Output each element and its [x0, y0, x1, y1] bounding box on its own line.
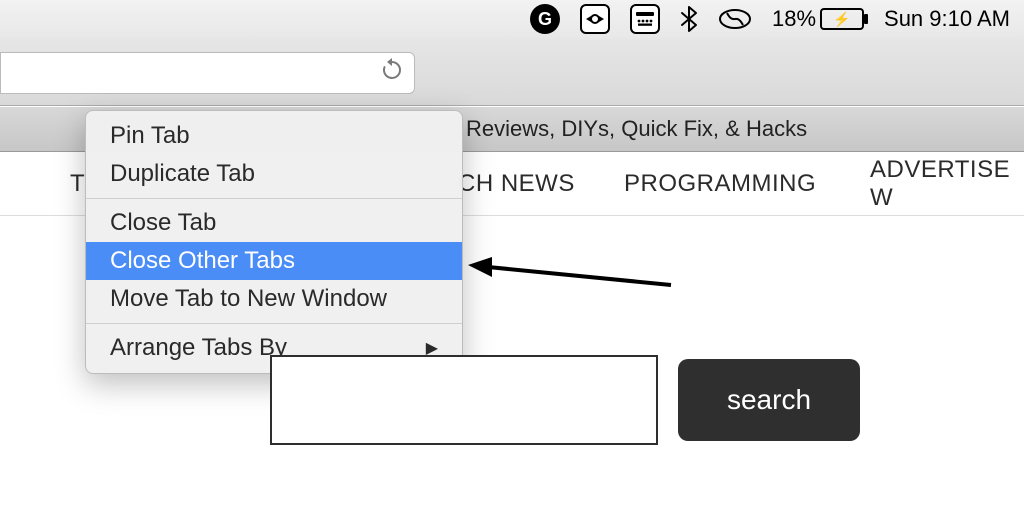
bluetooth-icon[interactable]	[680, 5, 698, 33]
menu-pin-tab[interactable]: Pin Tab	[86, 117, 462, 155]
battery-icon: ⚡	[820, 8, 864, 30]
battery-status[interactable]: 18% ⚡	[772, 6, 864, 32]
tab-context-menu: Pin Tab Duplicate Tab Close Tab Close Ot…	[85, 110, 463, 374]
annotation-arrow	[466, 253, 666, 303]
grammarly-icon[interactable]: G	[530, 4, 560, 34]
macos-menubar: G 18% ⚡ Sun 9:10 AM	[0, 0, 1024, 38]
site-search-form: search	[270, 355, 860, 445]
battery-percent-text: 18%	[772, 6, 816, 32]
menu-close-tab[interactable]: Close Tab	[86, 204, 462, 242]
reload-icon[interactable]	[380, 58, 404, 89]
url-bar[interactable]	[0, 52, 415, 94]
menubar-clock[interactable]: Sun 9:10 AM	[884, 6, 1010, 32]
nav-programming[interactable]: PROGRAMMING	[624, 170, 816, 198]
menu-item-label: Close Tab	[110, 209, 216, 237]
nav-left-fragment[interactable]: T	[70, 170, 85, 198]
menu-item-label: Move Tab to New Window	[110, 285, 387, 313]
teamviewer-icon[interactable]	[580, 4, 610, 34]
keyboard-viewer-icon[interactable]	[630, 4, 660, 34]
loop-icon[interactable]	[718, 8, 752, 30]
menu-separator	[86, 198, 462, 199]
nav-advertise[interactable]: ADVERTISE W	[870, 156, 1024, 212]
tab-title-fragment: Reviews, DIYs, Quick Fix, & Hacks	[466, 116, 807, 142]
search-button[interactable]: search	[678, 359, 860, 441]
charging-bolt-icon: ⚡	[833, 11, 850, 28]
menu-item-label: Arrange Tabs By	[110, 334, 287, 362]
menu-separator	[86, 323, 462, 324]
menu-item-label: Close Other Tabs	[110, 247, 295, 275]
menu-move-new-window[interactable]: Move Tab to New Window	[86, 280, 462, 318]
menu-duplicate-tab[interactable]: Duplicate Tab	[86, 155, 462, 193]
menu-item-label: Duplicate Tab	[110, 160, 255, 188]
search-input[interactable]	[270, 355, 658, 445]
nav-tech-news[interactable]: CH NEWS	[458, 170, 575, 198]
menu-close-other-tabs[interactable]: Close Other Tabs	[86, 242, 462, 280]
browser-toolbar	[0, 38, 1024, 106]
menu-item-label: Pin Tab	[110, 122, 190, 150]
